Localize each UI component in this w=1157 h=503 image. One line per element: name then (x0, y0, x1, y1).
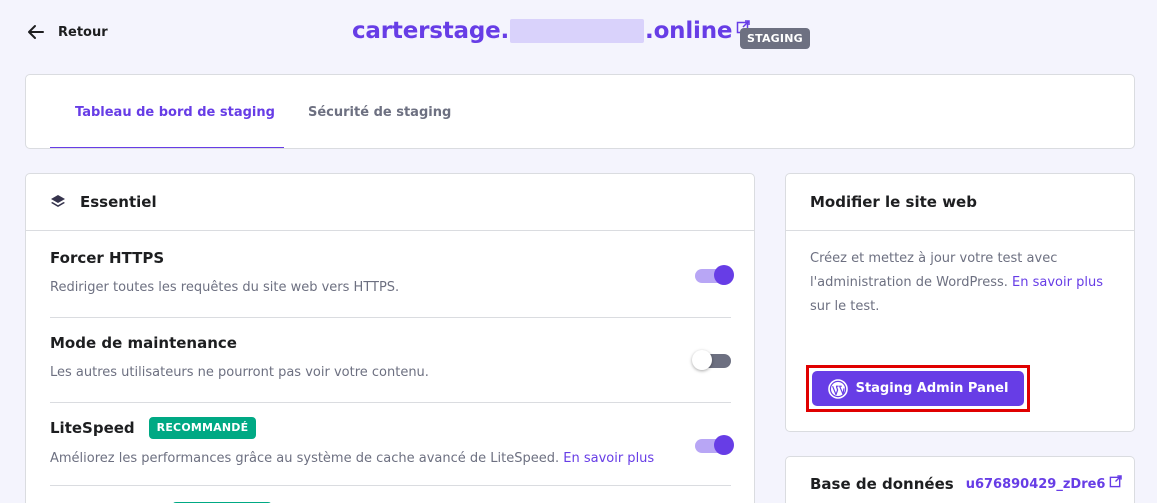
modify-website-description: Créez et mettez à jour votre test avec l… (810, 247, 1110, 319)
essentiel-title: Essentiel (80, 193, 157, 211)
button-label: Staging Admin Panel (855, 381, 1009, 396)
description-text-end: sur le test. (810, 299, 880, 314)
back-label: Retour (58, 24, 108, 40)
divider (50, 485, 731, 486)
learn-more-link[interactable]: En savoir plus (563, 451, 654, 466)
force-https-toggle[interactable] (695, 265, 734, 285)
external-link-icon (1110, 474, 1123, 487)
divider (50, 402, 731, 403)
setting-title: Forcer HTTPS (50, 249, 165, 267)
site-url-suffix: .online (645, 18, 733, 44)
wordpress-icon (827, 378, 848, 399)
database-row: Base de données u676890429_zDre6 (810, 474, 1123, 493)
modify-website-card: Modifier le site web Créez et mettez à j… (785, 173, 1135, 432)
site-url-prefix: carterstage. (352, 18, 510, 44)
essentiel-header: Essentiel (26, 174, 754, 231)
database-link[interactable]: u676890429_zDre6 (965, 474, 1123, 492)
setting-maintenance-mode: Mode de maintenance Les autres utilisate… (50, 334, 731, 394)
staging-badge: STAGING (740, 28, 810, 49)
top-bar: Retour carterstage. .online STAGING (0, 0, 1157, 70)
arrow-left-icon (28, 25, 44, 39)
tab-staging-dashboard[interactable]: Tableau de bord de staging (50, 75, 284, 148)
database-name: u676890429_zDre6 (965, 476, 1106, 492)
litespeed-toggle[interactable] (695, 435, 734, 455)
learn-more-link[interactable]: En savoir plus (1012, 275, 1103, 290)
essentiel-card: Essentiel Forcer HTTPS Rediriger toutes … (25, 173, 755, 503)
setting-title: LiteSpeed (50, 419, 135, 437)
setting-description: Améliorez les performances grâce au syst… (50, 451, 731, 466)
maintenance-mode-toggle[interactable] (692, 350, 731, 370)
database-card: Base de données u676890429_zDre6 (785, 456, 1135, 503)
database-title: Base de données (810, 475, 954, 493)
setting-description: Rediriger toutes les requêtes du site we… (50, 280, 400, 295)
setting-title-row: LiteSpeed RECOMMANDÉ (50, 417, 731, 439)
highlight-box: Staging Admin Panel (806, 365, 1030, 412)
layers-icon (51, 195, 65, 207)
tabs-card: Tableau de bord de staging Sécurité de s… (25, 74, 1135, 149)
setting-litespeed: LiteSpeed RECOMMANDÉ Améliorez les perfo… (50, 417, 734, 477)
setting-title: Mode de maintenance (50, 334, 237, 352)
setting-description-text: Améliorez les performances grâce au syst… (50, 451, 560, 466)
recommended-badge: RECOMMANDÉ (148, 417, 257, 439)
setting-description: Les autres utilisateurs ne pourront pas … (50, 365, 429, 380)
tab-staging-security[interactable]: Sécurité de staging (308, 75, 451, 148)
divider (50, 317, 731, 318)
modify-website-header: Modifier le site web (786, 174, 1134, 231)
modify-website-title: Modifier le site web (810, 193, 977, 211)
staging-admin-panel-button[interactable]: Staging Admin Panel (812, 371, 1024, 406)
back-button[interactable]: Retour (26, 22, 108, 42)
redacted-block (510, 19, 645, 43)
site-url-link[interactable]: carterstage. .online (352, 18, 751, 44)
setting-force-https: Forcer HTTPS Rediriger toutes les requêt… (50, 249, 734, 309)
